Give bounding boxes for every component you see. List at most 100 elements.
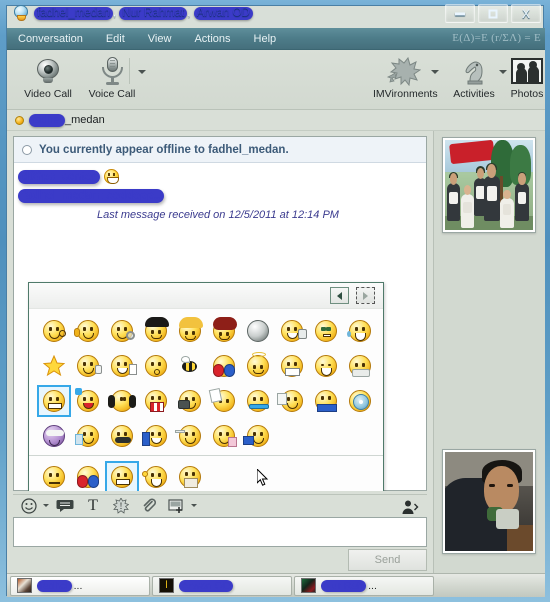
emoticon-shy-hiding[interactable]: [343, 350, 377, 382]
emoticon-reading-paper[interactable]: [207, 385, 241, 417]
emoticon-recent-big-grin-teeth[interactable]: [105, 460, 139, 493]
send-button[interactable]: Send: [348, 549, 427, 571]
imvironments-button[interactable]: IMVironments: [373, 55, 438, 100]
emoticon-recent-boxing-gloves[interactable]: [71, 461, 105, 493]
emoticon-hear-no-evil[interactable]: [71, 315, 105, 347]
emoticon-popcorn[interactable]: [139, 385, 173, 417]
taskbar: fadhel... ا Arwan OD Nur Rah...: [7, 573, 545, 597]
emoticon-medal[interactable]: [71, 420, 105, 452]
emoticon-angel[interactable]: [241, 350, 275, 382]
emoticon-money-eyes[interactable]: [309, 315, 343, 347]
taskbar-item-fadhel[interactable]: fadhel...: [10, 575, 150, 596]
emoticon-pager: [29, 283, 383, 309]
emoticon-teacher[interactable]: [275, 385, 309, 417]
taskbar-label-suffix: ...: [73, 579, 83, 592]
emoticon-dvd-disc[interactable]: [343, 385, 377, 417]
title-left-group: fadhel_medan, Nur Rahmat, Arwan OD: [13, 5, 253, 21]
message-format-toolbar: T !: [13, 494, 427, 516]
emoticon-bee[interactable]: [173, 350, 207, 382]
menu-actions[interactable]: Actions: [191, 31, 233, 47]
emoticon-row: [37, 313, 377, 348]
emoticon-clapper-board[interactable]: [241, 420, 275, 452]
message-row: fadhel_medan: seddepp..: [18, 189, 418, 203]
emoticon-surprised[interactable]: [139, 350, 173, 382]
taskbar-item-arwan[interactable]: ا Arwan OD: [152, 575, 292, 596]
person-arrow-icon[interactable]: [399, 497, 421, 517]
emoticon-headphones[interactable]: [105, 385, 139, 417]
paperclip-icon[interactable]: [137, 496, 161, 516]
video-call-button[interactable]: Video Call: [17, 55, 79, 100]
message-input-area: T ! Send: [7, 491, 433, 573]
emoticon-big-grin-teeth[interactable]: [37, 384, 71, 417]
emoticon-drinking-beer[interactable]: [105, 350, 139, 382]
offline-status-icon: [22, 144, 32, 155]
emoticon-red-devil-girl[interactable]: [207, 315, 241, 347]
buzz-button[interactable]: !: [109, 496, 133, 516]
emoticon-eating[interactable]: [275, 350, 309, 382]
emoticon-yawning[interactable]: [309, 350, 343, 382]
last-message-notice: Last message received on 12/5/2011 at 12…: [97, 209, 339, 221]
imvironments-dropdown-caret[interactable]: [431, 70, 439, 74]
message-input[interactable]: [13, 517, 427, 547]
audible-button[interactable]: [53, 496, 77, 516]
title-bar[interactable]: fadhel_medan, Nur Rahmat, Arwan OD X: [7, 1, 545, 28]
group-photo[interactable]: [442, 137, 536, 233]
emoticon-yin-yang-ball[interactable]: [241, 315, 275, 347]
minimize-button[interactable]: [445, 4, 475, 23]
photos-button[interactable]: Photos: [505, 55, 549, 100]
close-icon: X: [521, 6, 531, 21]
emoticon-shopping-bag[interactable]: [207, 420, 241, 452]
emoticon-prev-button[interactable]: [330, 287, 349, 304]
emoticon-thinking-magnifier[interactable]: [105, 315, 139, 347]
activities-label: Activities: [453, 88, 495, 100]
emoticon-next-button[interactable]: [356, 287, 375, 304]
emoticon-smoking[interactable]: [173, 420, 207, 452]
webcam-icon: [17, 55, 79, 87]
emoticon-row: [37, 348, 377, 383]
voice-call-dropdown-caret[interactable]: [138, 70, 146, 74]
emoticon-button[interactable]: [17, 496, 41, 516]
emoticon-recent-smirk[interactable]: [37, 461, 71, 493]
emoticon-laughing-tears[interactable]: [343, 315, 377, 347]
emoticon-thumbs-down[interactable]: [71, 350, 105, 382]
emoticon-phone-call[interactable]: [275, 315, 309, 347]
menu-view[interactable]: View: [145, 31, 175, 47]
emoticon-recent-laughing-rolling[interactable]: [139, 461, 173, 493]
emoticon-boxing-gloves[interactable]: [207, 350, 241, 382]
emoticon-blonde-girl[interactable]: [173, 315, 207, 347]
emoticon-boy-graduate[interactable]: [139, 315, 173, 347]
font-button[interactable]: T: [81, 496, 105, 516]
send-photo-icon[interactable]: [165, 496, 189, 516]
group-photo-image: [445, 140, 533, 230]
emoticon-mask-wrestler[interactable]: [37, 420, 71, 452]
emoticon-star[interactable]: [37, 350, 71, 382]
emoticon-whistle[interactable]: [37, 315, 71, 347]
toolbar-divider: [129, 58, 130, 84]
emoticon-camera[interactable]: [173, 385, 207, 417]
yellow-text-icon: ا: [159, 578, 174, 593]
menu-help[interactable]: Help: [251, 31, 280, 47]
send-photo-dropdown-caret[interactable]: [191, 504, 197, 507]
emoticon-cola-drink[interactable]: [139, 420, 173, 452]
emoticon-dropdown-caret[interactable]: [43, 504, 49, 507]
voice-call-button[interactable]: Voice Call: [81, 55, 143, 100]
menu-conversation[interactable]: Conversation: [15, 31, 86, 47]
emoticon-recent-popcorn[interactable]: [173, 461, 207, 493]
portrait-photo[interactable]: [442, 449, 536, 554]
taskbar-label-suffix: ...: [368, 579, 377, 592]
activities-button[interactable]: Activities: [443, 55, 505, 100]
emoticon-empty: [309, 420, 343, 452]
taskbar-item-nur[interactable]: Nur Rah...: [294, 575, 434, 596]
emoticon-party-confetti[interactable]: [71, 385, 105, 417]
window-title: fadhel_medan, Nur Rahmat, Arwan OD: [34, 6, 253, 20]
close-button[interactable]: X: [511, 4, 541, 23]
maximize-button[interactable]: [478, 4, 508, 23]
yahoo-messenger-icon: [13, 5, 29, 21]
emoticon-computer-nerd[interactable]: [309, 385, 343, 417]
menu-edit[interactable]: Edit: [103, 31, 128, 47]
emoticon-picker[interactable]: [28, 282, 384, 499]
voice-call-label: Voice Call: [88, 88, 136, 100]
portrait-photo-image: [445, 452, 533, 551]
emoticon-dumbbell[interactable]: [241, 385, 275, 417]
emoticon-moustache-spy[interactable]: [105, 420, 139, 452]
